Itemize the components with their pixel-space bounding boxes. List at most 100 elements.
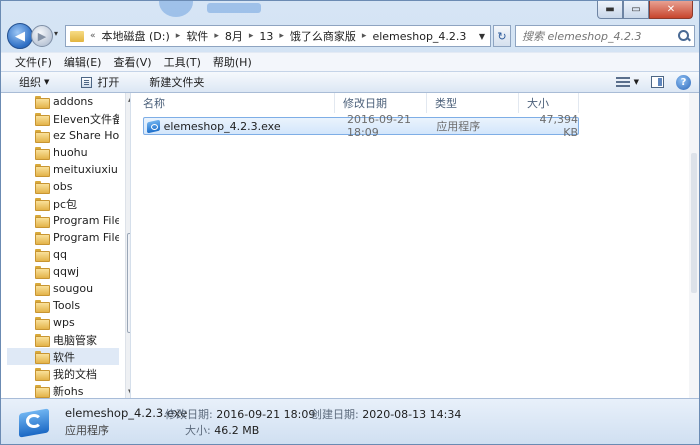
organize-label: 组织	[19, 76, 41, 89]
breadcrumb-separator[interactable]: ▸	[360, 31, 369, 41]
address-bar[interactable]: « 本地磁盘 (D:) ▸ 软件 ▸ 8月 ▸ 13 ▸ 饿了么商家版 ▸ el…	[65, 25, 491, 47]
caption-buttons: ▬ ▭ ✕	[597, 1, 693, 21]
breadcrumb-month[interactable]: 8月	[221, 28, 247, 44]
recent-pages-dropdown[interactable]: ▾	[54, 29, 64, 43]
breadcrumb-day[interactable]: 13	[255, 30, 277, 43]
breadcrumb-eleme[interactable]: 饿了么商家版	[286, 28, 360, 44]
menu-edit[interactable]: 编辑(E)	[58, 54, 108, 70]
folder-icon	[35, 317, 50, 330]
background-logo	[151, 1, 271, 19]
organize-button[interactable]: 组织 ▼	[1, 74, 59, 90]
folder-icon	[35, 147, 50, 160]
folder-icon	[35, 215, 50, 228]
explorer-window: ▬ ▭ ✕ ◀ ▶ ▾ « 本地磁盘 (D:) ▸ 软件 ▸ 8月 ▸ 13 ▸…	[0, 0, 700, 445]
tree-item-obs[interactable]: obs	[7, 178, 119, 195]
tree-item-program-files-x86[interactable]: Program Files	[7, 229, 119, 246]
details-file-type: 应用程序	[65, 424, 109, 437]
folder-icon	[70, 30, 84, 42]
breadcrumb-separator[interactable]: ▸	[247, 31, 256, 41]
folder-icon	[35, 164, 50, 177]
details-created: 创建日期: 2020-08-13 14:34	[311, 406, 461, 422]
open-icon	[81, 76, 93, 88]
change-view-icon[interactable]	[615, 76, 630, 88]
details-size-label: 大小:	[185, 424, 211, 437]
details-size: 大小: 46.2 MB	[185, 422, 259, 438]
close-button[interactable]: ✕	[649, 1, 693, 19]
tree-item-tools[interactable]: Tools	[7, 297, 119, 314]
file-name: elemeshop_4.2.3.exe	[163, 119, 281, 133]
tree-item-ez-share[interactable]: ez Share Home	[7, 127, 119, 144]
new-folder-button[interactable]: 新建文件夹	[129, 74, 214, 90]
tree-item-qqwj[interactable]: qqwj	[7, 263, 119, 280]
menu-file[interactable]: 文件(F)	[9, 54, 58, 70]
open-label: 打开	[97, 76, 120, 89]
application-large-icon	[17, 405, 51, 439]
column-name[interactable]: 名称	[135, 93, 335, 113]
folder-icon	[35, 232, 50, 245]
open-button[interactable]: 打开	[59, 74, 129, 90]
breadcrumb-separator[interactable]: ▸	[174, 31, 183, 41]
tree-item-pc[interactable]: pc包	[7, 195, 119, 212]
tree-item-meituxiuxiu[interactable]: meituxiuxiu	[7, 161, 119, 178]
command-bar: 组织 ▼ 打开 新建文件夹 ▼ ?	[1, 71, 699, 93]
file-size: 47,394 KB	[539, 113, 579, 139]
breadcrumb-separator[interactable]: ▸	[277, 31, 286, 41]
file-type: 应用程序	[436, 120, 481, 133]
tree-item-program-files[interactable]: Program Files	[7, 212, 119, 229]
folder-icon	[35, 249, 50, 262]
preview-pane-icon[interactable]	[651, 76, 664, 88]
search-input[interactable]	[522, 29, 672, 43]
navigation-row: ◀ ▶ ▾ « 本地磁盘 (D:) ▸ 软件 ▸ 8月 ▸ 13 ▸ 饿了么商家…	[7, 23, 695, 49]
breadcrumb-separator[interactable]: ▸	[212, 31, 221, 41]
minimize-button[interactable]: ▬	[597, 1, 623, 19]
menu-view[interactable]: 查看(V)	[107, 54, 157, 70]
file-list-scrollbar[interactable]	[689, 93, 699, 398]
back-button[interactable]: ◀	[7, 23, 33, 49]
content-area: addons Eleven文件备份 ez Share Home huohu me…	[1, 93, 699, 398]
navigation-scrollbar[interactable]: ▲ ▼	[125, 93, 130, 398]
address-dropdown-chevron-icon[interactable]: ▼	[474, 32, 490, 41]
search-icon[interactable]	[678, 30, 690, 42]
tree-item-addons[interactable]: addons	[7, 93, 119, 110]
folder-icon	[35, 113, 50, 126]
scroll-down-icon[interactable]: ▼	[128, 388, 130, 396]
breadcrumb-drive[interactable]: 本地磁盘 (D:)	[98, 28, 174, 44]
details-size-value: 46.2 MB	[214, 424, 260, 437]
folder-icon	[35, 300, 50, 313]
scroll-thumb[interactable]	[691, 153, 697, 293]
file-row[interactable]: elemeshop_4.2.3.exe 2016-09-21 18:09 应用程…	[143, 113, 579, 139]
tree-item-software[interactable]: 软件	[7, 348, 119, 365]
forward-button[interactable]: ▶	[31, 25, 53, 47]
menu-tools[interactable]: 工具(T)	[158, 54, 207, 70]
help-icon[interactable]: ?	[676, 74, 691, 90]
refresh-button[interactable]: ↻	[493, 25, 511, 47]
menu-bar: 文件(F) 编辑(E) 查看(V) 工具(T) 帮助(H)	[1, 52, 699, 71]
address-overflow-chevron[interactable]: «	[88, 31, 98, 41]
tree-item-my-documents[interactable]: 我的文档	[7, 365, 119, 382]
tree-item-qq[interactable]: qq	[7, 246, 119, 263]
tree-item-wps[interactable]: wps	[7, 314, 119, 331]
tree-item-new-obs[interactable]: 新ohs	[7, 382, 119, 398]
application-icon	[147, 120, 160, 133]
menu-help[interactable]: 帮助(H)	[207, 54, 258, 70]
maximize-button[interactable]: ▭	[623, 1, 649, 19]
breadcrumb-current[interactable]: elemeshop_4.2.3	[368, 30, 470, 43]
tree-item-pc-manager[interactable]: 电脑管家	[7, 331, 119, 348]
breadcrumb-software[interactable]: 软件	[182, 28, 212, 44]
scroll-up-icon[interactable]: ▲	[128, 95, 130, 103]
tree-item-sougou[interactable]: sougou	[7, 280, 119, 297]
search-box[interactable]	[515, 25, 695, 47]
column-size[interactable]: 大小	[519, 93, 579, 113]
tree-item-huohu[interactable]: huohu	[7, 144, 119, 161]
column-type[interactable]: 类型	[427, 93, 519, 113]
file-date: 2016-09-21 18:09	[347, 113, 411, 139]
column-date-modified[interactable]: 修改日期	[335, 93, 427, 113]
folder-icon	[35, 368, 50, 381]
navigation-pane: addons Eleven文件备份 ez Share Home huohu me…	[7, 93, 131, 398]
view-options-chevron-icon[interactable]: ▼	[634, 78, 639, 86]
scroll-thumb[interactable]	[127, 233, 130, 333]
folder-icon	[35, 283, 50, 296]
details-created-value: 2020-08-13 14:34	[362, 408, 462, 421]
tree-item-eleven-backup[interactable]: Eleven文件备份	[7, 110, 119, 127]
folder-icon	[35, 130, 50, 143]
